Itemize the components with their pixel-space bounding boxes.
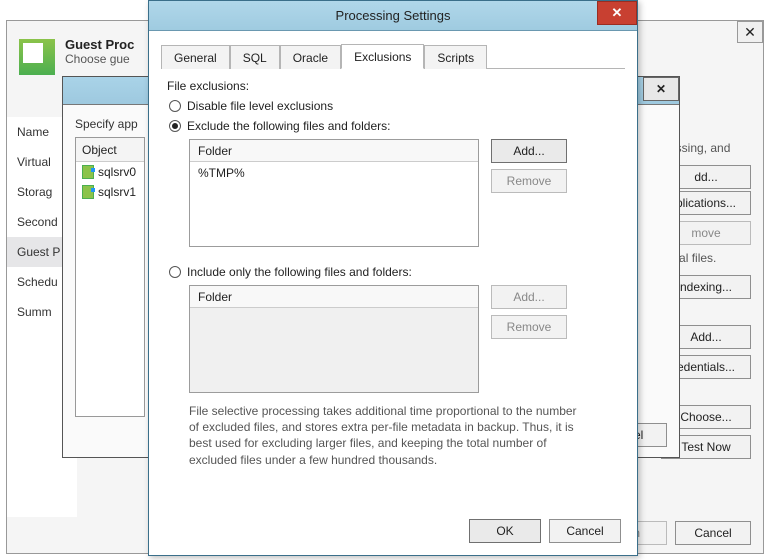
list-item[interactable]: %TMP%	[190, 162, 478, 184]
radio-icon	[169, 120, 181, 132]
tab-oracle[interactable]: Oracle	[280, 45, 341, 69]
wizard-subtitle: Choose gue	[65, 52, 134, 66]
list-item[interactable]: sqlsrv1	[76, 182, 144, 202]
vm-icon	[82, 185, 94, 199]
exclude-buttons: Add... Remove	[491, 139, 567, 247]
close-icon[interactable]: ✕	[597, 1, 637, 25]
include-list-group: Folder Add... Remove	[189, 285, 619, 393]
file-exclusions-label: File exclusions:	[167, 79, 619, 93]
list-item[interactable]: sqlsrv0	[76, 162, 144, 182]
tab-sql[interactable]: SQL	[230, 45, 280, 69]
object-list[interactable]: Object sqlsrv0 sqlsrv1	[75, 137, 145, 417]
tab-scripts[interactable]: Scripts	[424, 45, 487, 69]
dialog-footer: OK Cancel	[469, 519, 621, 543]
radio-exclude-following[interactable]: Exclude the following files and folders:	[169, 119, 619, 133]
radio-label: Disable file level exclusions	[187, 99, 333, 113]
column-header: Folder	[190, 286, 478, 308]
help-text: File selective processing takes addition…	[189, 403, 589, 468]
wizard-title: Guest Proc	[65, 37, 134, 52]
wizard-icon	[19, 39, 55, 75]
remove-button: Remove	[491, 169, 567, 193]
close-icon[interactable]: ✕	[737, 21, 763, 43]
radio-disable-exclusions[interactable]: Disable file level exclusions	[169, 99, 619, 113]
tab-exclusions[interactable]: Exclusions	[341, 44, 424, 69]
exclude-list-group: Folder %TMP% Add... Remove	[189, 139, 619, 247]
include-buttons: Add... Remove	[491, 285, 567, 393]
dialog-title: Processing Settings ✕	[149, 1, 637, 31]
radio-label: Include only the following files and fol…	[187, 265, 412, 279]
remove-button: Remove	[491, 315, 567, 339]
add-button: Add...	[491, 285, 567, 309]
tab-general[interactable]: General	[161, 45, 230, 69]
exclude-listbox[interactable]: Folder %TMP%	[189, 139, 479, 247]
radio-label: Exclude the following files and folders:	[187, 119, 390, 133]
include-listbox: Folder	[189, 285, 479, 393]
wizard-header: Guest Proc Choose gue	[19, 37, 134, 75]
radio-include-only[interactable]: Include only the following files and fol…	[169, 265, 619, 279]
ok-button[interactable]: OK	[469, 519, 541, 543]
vm-icon	[82, 165, 94, 179]
column-header: Object	[76, 138, 144, 162]
vm-name: sqlsrv0	[98, 165, 136, 179]
cancel-button[interactable]: Cancel	[675, 521, 751, 545]
processing-settings-dialog: Processing Settings ✕ General SQL Oracle…	[148, 0, 638, 556]
column-header: Folder	[190, 140, 478, 162]
vm-name: sqlsrv1	[98, 185, 136, 199]
radio-icon	[169, 100, 181, 112]
dialog-title-text: Processing Settings	[336, 8, 451, 23]
cancel-button[interactable]: Cancel	[549, 519, 621, 543]
tab-strip: General SQL Oracle Exclusions Scripts	[161, 41, 625, 69]
close-icon[interactable]: ✕	[643, 77, 679, 101]
radio-icon	[169, 266, 181, 278]
exclusions-panel: File exclusions: Disable file level excl…	[149, 69, 637, 468]
add-button[interactable]: Add...	[491, 139, 567, 163]
